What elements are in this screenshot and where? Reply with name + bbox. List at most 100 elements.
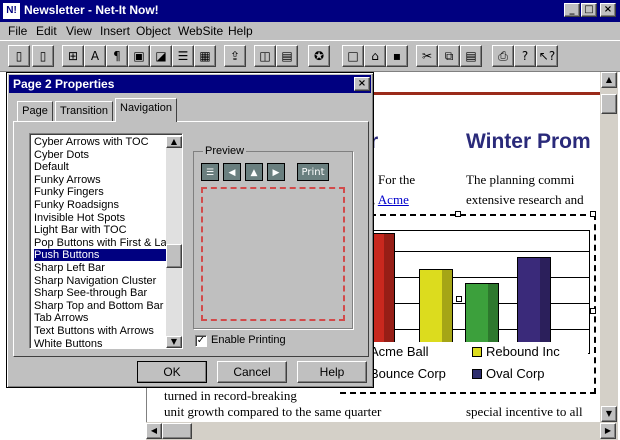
preview-label: Preview: [203, 145, 247, 157]
cut-icon[interactable]: ✂: [416, 45, 438, 67]
bottom-left-line-2: unit growth compared to the same quarter: [164, 404, 382, 419]
scroll-left-icon[interactable]: ◀: [146, 423, 162, 439]
selection-handle[interactable]: [590, 308, 596, 314]
header-rule: [370, 92, 600, 95]
list-item[interactable]: Sharp Navigation Cluster: [34, 275, 168, 287]
whats-this-icon[interactable]: ↖?: [536, 45, 558, 67]
scroll-thumb[interactable]: [601, 94, 617, 114]
wizard-icon[interactable]: ✪: [308, 45, 330, 67]
toc-icon: ☰: [201, 163, 219, 181]
scroll-up-icon[interactable]: ▲: [166, 136, 182, 148]
list-item[interactable]: Default: [34, 161, 168, 173]
menu-edit[interactable]: Edit: [36, 24, 57, 38]
preview-area: [201, 187, 345, 321]
list-item[interactable]: Sharp Top and Bottom Bar: [34, 300, 168, 312]
help-icon[interactable]: ?: [514, 45, 536, 67]
navigator-icon[interactable]: ◫: [254, 45, 276, 67]
maximize-icon[interactable]: □: [581, 3, 597, 17]
list-item[interactable]: Light Bar with TOC: [34, 224, 168, 236]
list-item[interactable]: Funky Roadsigns: [34, 199, 168, 211]
scroll-right-icon[interactable]: ▶: [600, 423, 616, 439]
paste-icon[interactable]: ▤: [460, 45, 482, 67]
tab-navigation[interactable]: Navigation: [115, 98, 177, 122]
list-item[interactable]: Cyber Arrows with TOC: [34, 136, 168, 148]
save-icon[interactable]: ▪: [386, 45, 408, 67]
enable-printing-checkbox[interactable]: ✓: [195, 335, 207, 347]
horizontal-scrollbar[interactable]: ◀ ▶: [146, 422, 618, 440]
list-item[interactable]: White Buttons: [34, 338, 168, 350]
format-icon[interactable]: ¶: [106, 45, 128, 67]
navigation-style-list[interactable]: Cyber Arrows with TOC Cyber Dots Default Fu…: [29, 133, 183, 350]
print-icon[interactable]: ⎙: [492, 45, 514, 67]
cancel-button[interactable]: Cancel: [217, 361, 287, 383]
new-icon[interactable]: □: [342, 45, 364, 67]
tab-page[interactable]: Page: [17, 101, 53, 121]
list-item[interactable]: Tab Arrows: [34, 312, 168, 324]
legend-swatch: [472, 369, 482, 379]
right-text-line-1: The planning commi: [466, 172, 575, 187]
list-item[interactable]: Cyber Dots: [34, 149, 168, 161]
minimize-icon[interactable]: _: [564, 3, 580, 17]
list-item[interactable]: Text Buttons with Arrows: [34, 325, 168, 337]
menu-file[interactable]: File: [8, 24, 27, 38]
list-item[interactable]: Pop Buttons with First & Last: [34, 237, 168, 249]
list-item[interactable]: Sharp Left Bar: [34, 262, 168, 274]
open-icon[interactable]: ⌂: [364, 45, 386, 67]
vertical-scrollbar[interactable]: ▲ ▼: [600, 72, 618, 422]
help-button[interactable]: Help: [297, 361, 367, 383]
hotspot-icon[interactable]: ◪: [150, 45, 172, 67]
right-heading: Winter Prom: [466, 130, 591, 153]
menu-object[interactable]: Object: [136, 24, 171, 38]
page-properties-dialog: Page 2 Properties × Page Transition Navi…: [6, 72, 374, 388]
scroll-thumb[interactable]: [166, 244, 182, 268]
back-arrow-icon: ◀: [223, 163, 241, 181]
grid-icon[interactable]: ⊞: [62, 45, 84, 67]
list-item[interactable]: Funky Arrows: [34, 174, 168, 186]
title-bar: N! Newsletter - Net-It Now! _ □ ×: [0, 0, 620, 22]
tab-transition[interactable]: Transition: [55, 101, 113, 121]
gridline: [361, 277, 589, 278]
page-icon[interactable]: ▯: [8, 45, 30, 67]
selection-handle[interactable]: [590, 211, 596, 217]
table-icon[interactable]: ▦: [194, 45, 216, 67]
acme-link[interactable]: Acme: [378, 192, 409, 207]
image-icon[interactable]: ▣: [128, 45, 150, 67]
group-icon[interactable]: ▤: [276, 45, 298, 67]
close-icon[interactable]: ×: [600, 3, 616, 17]
chart-plot-area: [360, 230, 590, 354]
list-item[interactable]: Invisible Hot Spots: [34, 212, 168, 224]
legend-rebound-inc: Rebound Inc: [472, 344, 560, 359]
list-icon[interactable]: ☰: [172, 45, 194, 67]
gridline: [361, 251, 589, 252]
scroll-down-icon[interactable]: ▼: [601, 406, 617, 422]
preview-print-button: Print: [297, 163, 329, 181]
menu-view[interactable]: View: [66, 24, 92, 38]
selection-handle[interactable]: [455, 211, 461, 217]
publish-icon[interactable]: ⇪: [224, 45, 246, 67]
menu-insert[interactable]: Insert: [100, 24, 130, 38]
dialog-title: Page 2 Properties: [9, 75, 371, 93]
copy-icon[interactable]: ⧉: [438, 45, 460, 67]
list-item[interactable]: Sharp See-through Bar: [34, 287, 168, 299]
app-icon: N!: [3, 3, 20, 19]
selection-handle[interactable]: [456, 296, 462, 302]
list-item[interactable]: Funky Fingers: [34, 186, 168, 198]
scroll-thumb[interactable]: [162, 423, 192, 439]
bottom-left-line-1: turned in record-breaking: [164, 388, 297, 403]
menu-website[interactable]: WebSite: [178, 24, 223, 38]
ok-button[interactable]: OK: [137, 361, 207, 383]
text-icon[interactable]: A: [84, 45, 106, 67]
menu-help[interactable]: Help: [228, 24, 253, 38]
legend-acme-ball: Acme Ball: [370, 344, 429, 359]
scroll-down-icon[interactable]: ▼: [166, 336, 182, 348]
close-icon[interactable]: ×: [354, 77, 370, 91]
scroll-up-icon[interactable]: ▲: [601, 72, 617, 88]
pages-icon[interactable]: ▯: [32, 45, 54, 67]
list-item[interactable]: Push Buttons: [34, 249, 168, 262]
left-text-line-2: , Acme: [372, 192, 409, 207]
enable-printing-label: Enable Printing: [211, 334, 286, 346]
window-title: Newsletter - Net-It Now!: [24, 3, 159, 17]
list-scrollbar[interactable]: ▲ ▼: [166, 136, 182, 348]
legend-oval-corp: Oval Corp: [472, 366, 545, 381]
menu-bar: File Edit View Insert Object WebSite Hel…: [0, 22, 620, 40]
